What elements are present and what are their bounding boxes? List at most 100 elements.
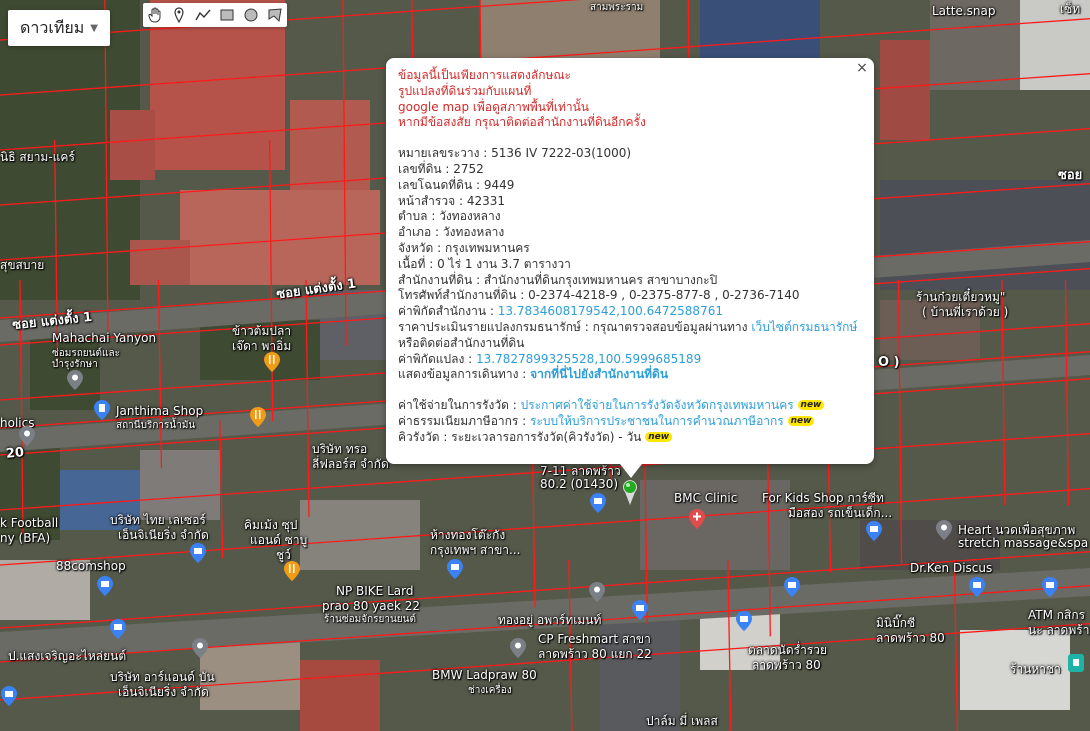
selected-parcel-marker-icon[interactable] — [621, 478, 639, 506]
hand-tool-button[interactable] — [143, 3, 167, 27]
restaurant-pin-icon[interactable] — [250, 407, 266, 427]
circle-tool-button[interactable] — [239, 3, 263, 27]
field-label: ค่าพิกัดแปลง — [398, 351, 465, 366]
place-label: ( บ้านพี่เราด้วย ) — [922, 305, 1009, 319]
field-value: 2752 — [453, 161, 484, 176]
place-label: 80.2 (01430) — [540, 477, 619, 491]
store-pin-icon[interactable] — [447, 559, 463, 579]
place-label: k Football — [0, 516, 59, 530]
poi-pin-icon[interactable] — [936, 520, 952, 540]
poi-pin-icon[interactable] — [589, 582, 605, 602]
atm-pin-icon[interactable] — [1042, 577, 1058, 597]
place-label: prao 80 yaek 22 — [322, 599, 421, 613]
field-appraisal-2: หรือติดต่อสำนักงานที่ดิน — [398, 335, 525, 350]
place-label: นิธิ สยาม-แคร์ — [0, 150, 75, 164]
place-label: ลี่ฟลอร์ส จำกัด — [312, 457, 389, 471]
field-value: ระยะเวลารอการรังวัด(คิวรังวัด) - วัน — [451, 429, 642, 444]
restaurant-pin-icon[interactable] — [284, 561, 300, 581]
field-area: เนื้อที่ : 0 ไร่ 1 งาน 3.7 ตารางวา — [398, 256, 571, 271]
marker-tool-button[interactable] — [167, 3, 191, 27]
field-appraisal: ราคาประเมินรายแปลงกรมธนารักษ์ : กรุณาตรว… — [398, 319, 858, 334]
field-label: คิวรังวัด — [398, 429, 440, 444]
close-button[interactable]: × — [854, 60, 870, 76]
place-label: BMW Ladpraw 80 — [432, 668, 537, 682]
field-value: วังทองหลาง — [439, 209, 501, 224]
store-pin-icon[interactable] — [736, 611, 752, 631]
field-office-coord: ค่าพิกัดสำนักงาน : 13.7834608179542,100.… — [398, 304, 723, 319]
map-type-dropdown[interactable]: ดาวเทียม ▼ — [8, 10, 110, 46]
place-sublabel: ร้านซ่อมจักรยานยนต์ — [324, 614, 416, 625]
disclaimer-line: หากมีข้อสงสัย กรุณาติดต่อสำนักงานที่ดินอ… — [398, 115, 646, 130]
parcel-coord-link[interactable]: 13.7827899325528,100.5999685189 — [476, 352, 701, 366]
place-label: เซ็ท — [1060, 2, 1081, 16]
gas-station-pin-icon[interactable] — [94, 400, 110, 420]
store-pin-icon[interactable] — [190, 543, 206, 563]
field-label: เนื้อที่ — [398, 256, 426, 271]
field-label: ราคาประเมินรายแปลงกรมธนารักษ์ — [398, 319, 581, 334]
clinic-pin-icon[interactable] — [689, 509, 705, 529]
field-subdistrict: ตำบล : วังทองหลาง — [398, 209, 501, 224]
place-label: NP BIKE Lard — [336, 584, 414, 598]
field-value: 0-2374-4218-9 , 0-2375-877-8 , 0-2736-71… — [528, 288, 800, 303]
place-label: ny (BFA) — [0, 531, 51, 545]
poi-pin-icon[interactable] — [67, 370, 83, 390]
store-pin-icon[interactable] — [1, 686, 17, 706]
place-label: นะ ลาดพร้าว — [1028, 623, 1090, 637]
store-pin-icon[interactable] — [590, 493, 606, 513]
field-directions: แสดงข้อมูลการเดินทาง : จากที่นี่ไปยังสำน… — [398, 367, 669, 382]
store-pin-icon[interactable] — [110, 619, 126, 639]
poi-pin-icon[interactable] — [510, 638, 526, 658]
store-pin-icon[interactable] — [632, 600, 648, 620]
field-label: อำเภอ — [398, 225, 432, 240]
field-parcel-coord: ค่าพิกัดแปลง : 13.7827899325528,100.5999… — [398, 351, 702, 366]
field-label: หมายเลขระวาง — [398, 146, 480, 161]
info-window-tail — [620, 464, 642, 478]
field-district: อำเภอ : วังทองหลาง — [398, 225, 505, 240]
store-pin-icon[interactable] — [784, 577, 800, 597]
place-label: Dr.Ken Discus — [910, 561, 993, 575]
field-label: แสดงข้อมูลการเดินทาง — [398, 367, 519, 382]
polyline-tool-button[interactable] — [191, 3, 215, 27]
drawing-toolbar — [143, 3, 287, 27]
new-badge: new — [797, 400, 825, 411]
place-sublabel: สถานีบริการน้ำมัน — [116, 420, 196, 431]
treasury-website-link[interactable]: เว็บไซต์กรมธนารักษ์ — [751, 320, 857, 334]
field-value: 0 ไร่ 1 งาน 3.7 ตารางวา — [437, 256, 571, 271]
tax-calculator-link[interactable]: ระบบให้บริการประชาชนในการคำนวณภาษีอากร — [530, 414, 784, 428]
polygon-icon — [268, 8, 282, 23]
field-map-sheet: หมายเลขระวาง : 5136 IV 7222-03(1000) — [398, 146, 632, 161]
place-label: เจ๊ดา พาอิ่ม — [232, 339, 292, 353]
disclaimer-line: รูปแปลงที่ดินร่วมกับแผนที่ — [398, 83, 532, 98]
field-fee: ค่าใช้จ่ายในการรังวัด : ประกาศค่าใช้จ่าย… — [398, 398, 862, 414]
poi-pin-icon[interactable] — [192, 638, 208, 658]
polygon-tool-button[interactable] — [263, 3, 287, 27]
circle-icon — [244, 8, 258, 22]
field-label: สำนักงานที่ดิน — [398, 272, 473, 287]
store-pin-icon[interactable] — [866, 521, 882, 541]
store-pin-icon[interactable] — [97, 576, 113, 596]
road-label: 20 — [5, 445, 25, 462]
survey-fee-link[interactable]: ประกาศค่าใช้จ่ายในการรังวัดจังหวัดกรุงเท… — [521, 398, 794, 412]
place-label: ร้านหาชา — [1010, 662, 1061, 676]
chevron-down-icon: ▼ — [90, 22, 98, 34]
place-label: stretch massage&spa — [958, 536, 1089, 550]
place-label: Latte.snap — [932, 4, 996, 18]
rectangle-tool-button[interactable] — [215, 3, 239, 27]
place-sublabel: ช่างเครื่อง — [468, 685, 512, 696]
field-queue: คิวรังวัด : ระยะเวลารอการรังวัด(คิวรังวั… — [398, 430, 862, 446]
field-label: ตำบล — [398, 209, 428, 224]
directions-link[interactable]: จากที่นี่ไปยังสำนักงานที่ดิน — [530, 367, 668, 381]
cafe-pin-icon[interactable] — [1068, 654, 1084, 674]
office-coord-link[interactable]: 13.7834608179542,100.6472588761 — [498, 304, 723, 318]
road-label: O ) — [878, 355, 900, 370]
field-label: เลขโฉนดที่ดิน — [398, 177, 473, 192]
field-label: โทรศัพท์สำนักงานที่ดิน — [398, 288, 517, 303]
store-pin-icon[interactable] — [969, 577, 985, 597]
restaurant-pin-icon[interactable] — [264, 352, 280, 372]
new-badge: new — [645, 431, 673, 442]
field-value: กรุงเทพมหานคร — [445, 240, 530, 255]
field-land-no: เลขที่ดิน : 2752 — [398, 161, 484, 176]
poi-pin-icon[interactable] — [19, 426, 35, 446]
field-value: 5136 IV 7222-03(1000) — [491, 146, 632, 161]
field-tax: ค่าธรรมเนียมภาษีอากร : ระบบให้บริการประช… — [398, 414, 862, 430]
